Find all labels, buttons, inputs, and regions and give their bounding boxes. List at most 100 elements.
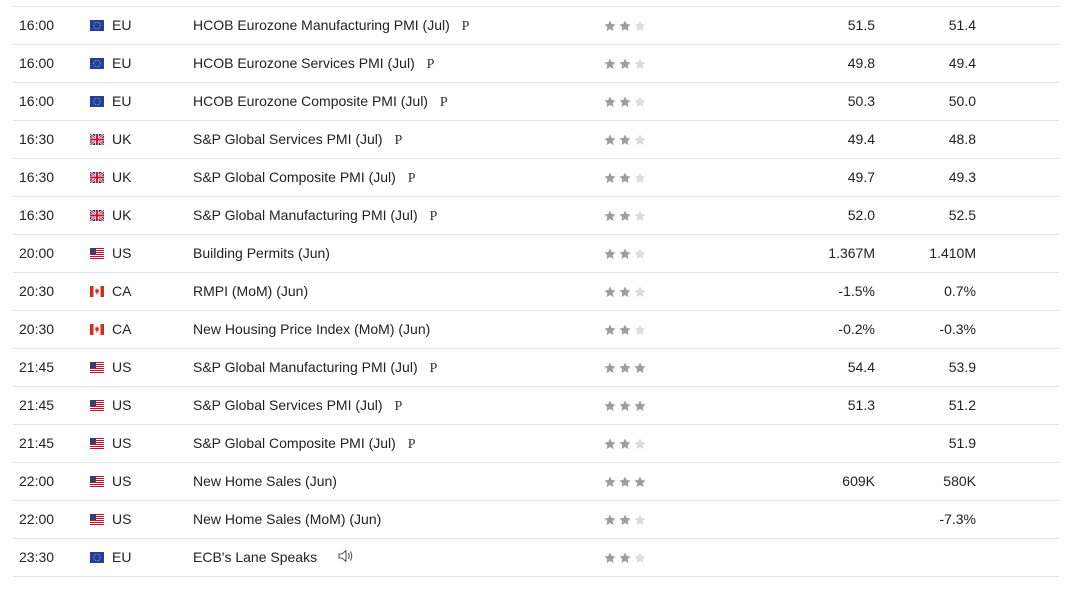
actual-value: -0.2% — [838, 321, 875, 337]
event-cell[interactable]: HCOB Eurozone Composite PMI (Jul) P — [193, 83, 448, 120]
star-filled-icon — [604, 96, 616, 107]
star-filled-icon — [604, 134, 616, 145]
star-empty-icon — [634, 286, 646, 297]
event-time: 21:45 — [19, 397, 55, 413]
country-flag — [90, 134, 104, 145]
event-cell[interactable]: ECB's Lane Speaks — [193, 539, 355, 576]
calendar-row[interactable]: 16:00 EU HCOB Eurozone Manufacturing PMI… — [13, 7, 1059, 45]
star-filled-icon — [604, 400, 616, 411]
star-filled-icon — [619, 362, 631, 373]
country-code: US — [112, 435, 132, 451]
event-cell[interactable]: S&P Global Manufacturing PMI (Jul) P — [193, 349, 437, 386]
star-filled-icon — [619, 248, 631, 259]
calendar-row[interactable]: 16:00 EU HCOB Eurozone Composite PMI (Ju… — [13, 83, 1059, 121]
country-code: EU — [112, 93, 132, 109]
country-flag — [90, 210, 104, 221]
calendar-row[interactable]: 21:45 US S&P Global Manufacturing PMI (J… — [13, 349, 1059, 387]
importance-stars — [603, 475, 647, 489]
event-name[interactable]: HCOB Eurozone Services PMI (Jul) — [193, 55, 415, 71]
event-name[interactable]: HCOB Eurozone Composite PMI (Jul) — [193, 93, 428, 109]
event-cell[interactable]: HCOB Eurozone Services PMI (Jul) P — [193, 45, 434, 82]
star-filled-icon — [619, 172, 631, 183]
importance-stars — [603, 285, 647, 299]
event-cell[interactable]: HCOB Eurozone Manufacturing PMI (Jul) P — [193, 7, 469, 44]
us-flag-icon — [90, 248, 104, 259]
preliminary-badge: P — [407, 437, 416, 452]
event-cell[interactable]: RMPI (MoM) (Jun) — [193, 273, 308, 310]
star-empty-icon — [634, 172, 646, 183]
event-cell[interactable]: New Home Sales (Jun) — [193, 463, 337, 500]
event-name[interactable]: S&P Global Composite PMI (Jul) — [193, 169, 396, 185]
event-name[interactable]: HCOB Eurozone Manufacturing PMI (Jul) — [193, 17, 450, 33]
event-time: 16:30 — [19, 207, 55, 223]
event-name[interactable]: ECB's Lane Speaks — [193, 549, 317, 565]
event-name[interactable]: Building Permits (Jun) — [193, 245, 330, 261]
event-time: 16:00 — [19, 55, 55, 71]
event-cell[interactable]: S&P Global Composite PMI (Jul) P — [193, 159, 416, 196]
event-name[interactable]: New Home Sales (MoM) (Jun) — [193, 511, 381, 527]
uk-flag-icon — [90, 134, 104, 145]
calendar-row[interactable]: 16:30 UK S&P Global Manufacturing PMI (J… — [13, 197, 1059, 235]
event-name[interactable]: S&P Global Manufacturing PMI (Jul) — [193, 207, 418, 223]
star-filled-icon — [604, 552, 616, 563]
calendar-row[interactable]: 21:45 US S&P Global Composite PMI (Jul) … — [13, 425, 1059, 463]
star-empty-icon — [634, 324, 646, 335]
country-code: UK — [112, 169, 132, 185]
calendar-row[interactable]: 20:00 US Building Permits (Jun) 1.367M 1… — [13, 235, 1059, 273]
forecast-value: 51.2 — [948, 397, 976, 413]
star-filled-icon — [619, 210, 631, 221]
calendar-row[interactable]: 16:30 UK S&P Global Composite PMI (Jul) … — [13, 159, 1059, 197]
star-filled-icon — [619, 324, 631, 335]
calendar-row[interactable]: 20:30 CA New Housing Price Index (MoM) (… — [13, 311, 1059, 349]
calendar-row[interactable]: 16:30 UK S&P Global Services PMI (Jul) P… — [13, 121, 1059, 159]
event-time: 16:30 — [19, 169, 55, 185]
star-filled-icon — [634, 400, 646, 411]
event-cell[interactable]: Building Permits (Jun) — [193, 235, 330, 272]
country-code: EU — [112, 17, 132, 33]
calendar-row[interactable]: 22:00 US New Home Sales (Jun) 609K 580K — [13, 463, 1059, 501]
calendar-row[interactable]: 23:30 EU ECB's Lane Speaks — [13, 539, 1059, 577]
star-filled-icon — [604, 362, 616, 373]
event-name[interactable]: S&P Global Services PMI (Jul) — [193, 397, 383, 413]
event-cell[interactable]: S&P Global Composite PMI (Jul) P — [193, 425, 416, 462]
calendar-row[interactable]: 21:45 US S&P Global Services PMI (Jul) P… — [13, 387, 1059, 425]
event-name[interactable]: S&P Global Manufacturing PMI (Jul) — [193, 359, 418, 375]
event-cell[interactable]: S&P Global Services PMI (Jul) P — [193, 387, 402, 424]
country-code: CA — [112, 283, 132, 299]
actual-value: 609K — [842, 473, 875, 489]
forecast-value: 49.4 — [948, 55, 976, 71]
country-code: UK — [112, 131, 132, 147]
star-empty-icon — [634, 58, 646, 69]
star-filled-icon — [619, 438, 631, 449]
star-empty-icon — [634, 514, 646, 525]
country-flag — [90, 172, 104, 183]
country-code: CA — [112, 321, 132, 337]
preliminary-badge: P — [407, 171, 416, 186]
country-code: US — [112, 511, 132, 527]
event-cell[interactable]: S&P Global Manufacturing PMI (Jul) P — [193, 197, 437, 234]
calendar-row[interactable]: 16:00 EU HCOB Eurozone Services PMI (Jul… — [13, 45, 1059, 83]
star-filled-icon — [604, 172, 616, 183]
star-empty-icon — [634, 96, 646, 107]
calendar-rows: 16:00 EU HCOB Eurozone Manufacturing PMI… — [13, 7, 1059, 577]
star-filled-icon — [604, 438, 616, 449]
event-cell[interactable]: New Home Sales (MoM) (Jun) — [193, 501, 381, 538]
speech-icon[interactable] — [337, 548, 355, 564]
event-name[interactable]: S&P Global Composite PMI (Jul) — [193, 435, 396, 451]
event-cell[interactable]: S&P Global Services PMI (Jul) P — [193, 121, 402, 158]
calendar-row[interactable]: 20:30 CA RMPI (MoM) (Jun) -1.5% 0.7% — [13, 273, 1059, 311]
star-filled-icon — [604, 20, 616, 31]
event-cell[interactable]: New Housing Price Index (MoM) (Jun) — [193, 311, 430, 348]
event-name[interactable]: New Home Sales (Jun) — [193, 473, 337, 489]
country-flag — [90, 514, 104, 525]
star-filled-icon — [604, 248, 616, 259]
calendar-row[interactable]: 22:00 US New Home Sales (MoM) (Jun) -7.3… — [13, 501, 1059, 539]
star-filled-icon — [619, 552, 631, 563]
event-name[interactable]: New Housing Price Index (MoM) (Jun) — [193, 321, 430, 337]
eu-flag-icon — [90, 552, 104, 563]
country-flag — [90, 400, 104, 411]
event-name[interactable]: S&P Global Services PMI (Jul) — [193, 131, 383, 147]
country-flag — [90, 248, 104, 259]
event-name[interactable]: RMPI (MoM) (Jun) — [193, 283, 308, 299]
preliminary-badge: P — [394, 399, 403, 414]
